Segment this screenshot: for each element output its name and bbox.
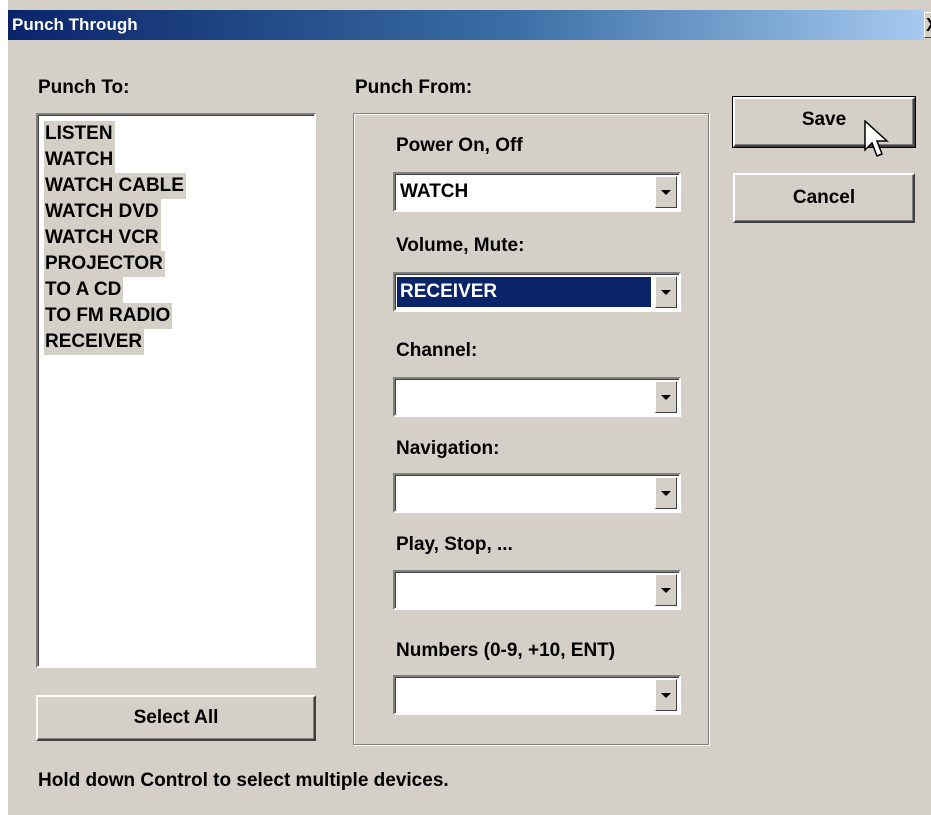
power-value: WATCH [400, 181, 469, 202]
volume-dropdown[interactable]: RECEIVER [393, 272, 681, 312]
window-title: Punch Through [12, 15, 138, 34]
channel-dropdown[interactable] [393, 377, 681, 417]
list-item-label: LISTEN [44, 121, 115, 147]
power-dropdown[interactable]: WATCH [393, 172, 681, 212]
punch-from-label: Punch From: [355, 77, 473, 98]
channel-label: Channel: [396, 340, 478, 361]
list-item-label: WATCH DVD [44, 199, 161, 225]
list-item[interactable]: WATCH VCR [44, 225, 314, 251]
volume-label: Volume, Mute: [396, 235, 525, 256]
list-item-label: PROJECTOR [44, 251, 165, 277]
power-label: Power On, Off [396, 135, 523, 156]
list-item-label: TO FM RADIO [44, 303, 173, 329]
volume-value: RECEIVER [397, 277, 651, 307]
list-item-label: WATCH VCR [44, 225, 161, 251]
navigation-dropdown[interactable] [393, 473, 681, 513]
list-item[interactable]: TO FM RADIO [44, 303, 314, 329]
hint-text: Hold down Control to select multiple dev… [38, 770, 449, 791]
chevron-down-icon[interactable] [655, 176, 677, 208]
punch-to-listbox[interactable]: LISTEN WATCH WATCH CABLE WATCH DVD WATCH… [36, 113, 316, 668]
chevron-down-icon[interactable] [655, 477, 677, 509]
list-item[interactable]: PROJECTOR [44, 251, 314, 277]
list-item[interactable]: WATCH CABLE [44, 173, 314, 199]
chevron-down-icon[interactable] [655, 679, 677, 711]
punch-to-label: Punch To: [38, 77, 130, 98]
list-item[interactable]: TO A CD [44, 277, 314, 303]
list-item-label: TO A CD [44, 277, 124, 303]
numbers-dropdown[interactable] [393, 675, 681, 715]
channel-value [397, 382, 651, 412]
list-item[interactable]: LISTEN [44, 121, 314, 147]
arrow-cursor-icon [864, 120, 889, 157]
numbers-label: Numbers (0-9, +10, ENT) [396, 640, 616, 661]
numbers-value [397, 680, 651, 710]
select-all-button[interactable]: Select All [36, 695, 316, 741]
play-stop-dropdown[interactable] [393, 570, 681, 610]
list-item-label: RECEIVER [44, 329, 145, 355]
chevron-down-icon[interactable] [655, 574, 677, 606]
list-item-label: WATCH CABLE [44, 173, 186, 199]
navigation-value [397, 478, 651, 508]
play-stop-value [397, 575, 651, 605]
list-item[interactable]: WATCH [44, 147, 314, 173]
chevron-down-icon[interactable] [655, 276, 677, 308]
play-stop-label: Play, Stop, ... [396, 534, 513, 555]
close-button[interactable]: X [924, 12, 931, 38]
list-item[interactable]: WATCH DVD [44, 199, 314, 225]
navigation-label: Navigation: [396, 438, 500, 459]
desktop-edge [0, 0, 8, 815]
cancel-button[interactable]: Cancel [733, 173, 915, 223]
chevron-down-icon[interactable] [655, 381, 677, 413]
list-item[interactable]: RECEIVER [44, 329, 314, 355]
title-bar[interactable]: Punch Through [8, 10, 924, 40]
list-item-label: WATCH [44, 147, 116, 173]
